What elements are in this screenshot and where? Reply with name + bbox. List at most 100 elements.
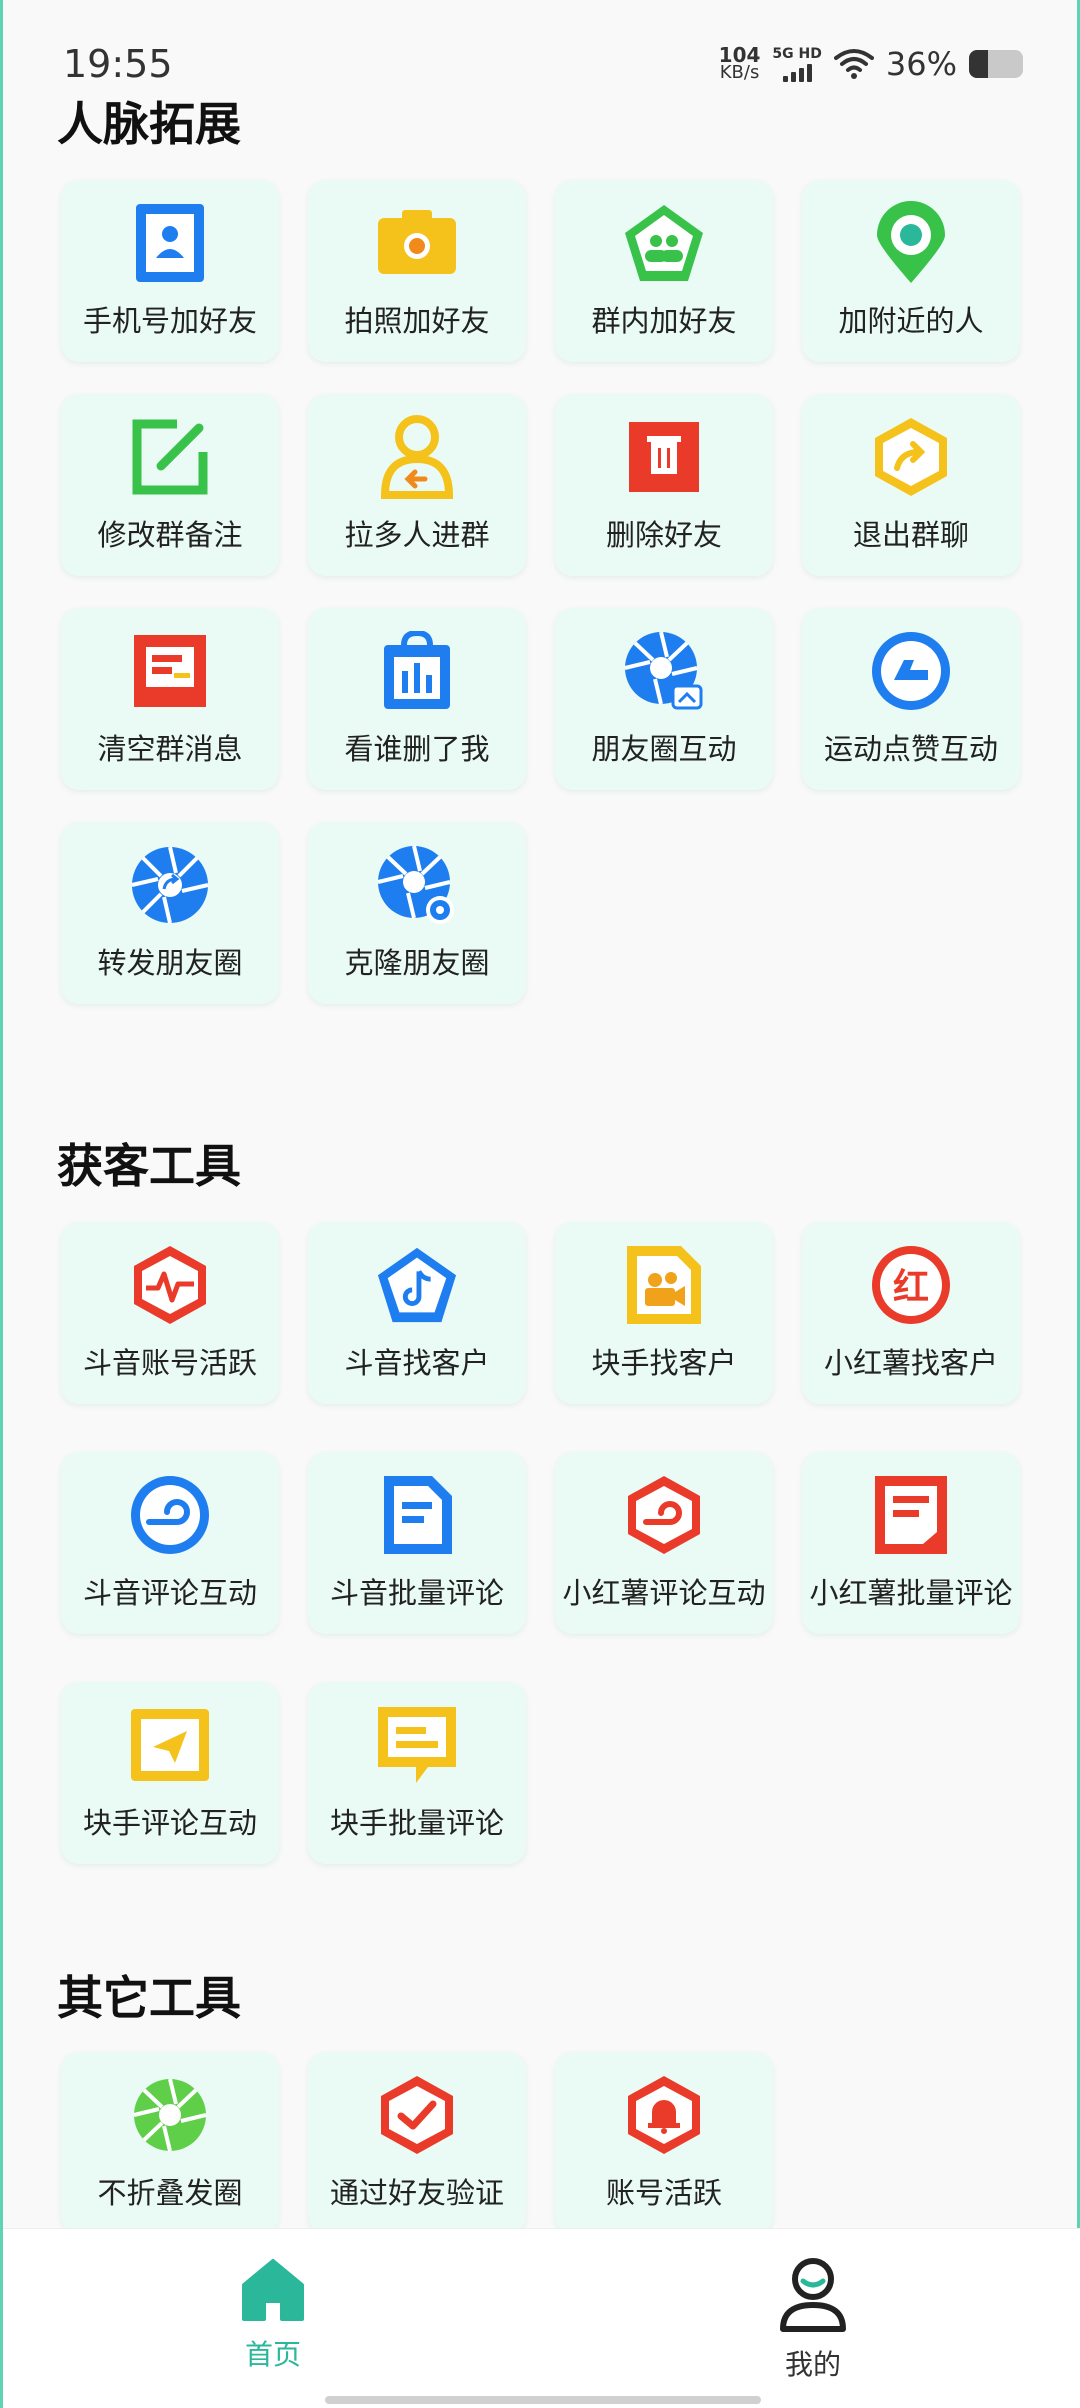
tool-tile[interactable]: 通过好友验证 bbox=[308, 2052, 526, 2234]
tool-label: 小红薯找客户 bbox=[823, 1346, 998, 1380]
tool-tile[interactable]: 群内加好友 bbox=[555, 180, 773, 362]
tool-label: 通过好友验证 bbox=[329, 2176, 504, 2210]
camera-icon bbox=[376, 202, 458, 284]
edit-icon bbox=[129, 416, 211, 498]
tool-label: 看谁删了我 bbox=[344, 732, 490, 766]
tool-tile[interactable]: 克隆朋友圈 bbox=[308, 822, 526, 1004]
verify-check-icon bbox=[376, 2074, 458, 2156]
tool-label: 账号活跃 bbox=[605, 2176, 722, 2210]
tool-label: 朋友圈互动 bbox=[591, 732, 737, 766]
wifi-icon bbox=[833, 49, 874, 79]
tool-tile[interactable]: 修改群备注 bbox=[61, 394, 279, 576]
tool-label: 转发朋友圈 bbox=[97, 946, 243, 980]
status-indicators: 104 KB/s 5G HD 36% bbox=[719, 40, 1023, 88]
document-red-icon bbox=[870, 1474, 952, 1556]
pulse-hexagon-icon bbox=[129, 1244, 211, 1326]
message-list-icon bbox=[376, 1704, 458, 1786]
bag-chart-icon bbox=[376, 630, 458, 712]
tool-tile[interactable]: 转发朋友圈 bbox=[61, 822, 279, 1004]
tool-tile[interactable]: 运动点赞互动 bbox=[802, 608, 1020, 790]
tool-tile[interactable]: 不折叠发圈 bbox=[61, 2052, 279, 2234]
gesture-home-bar[interactable] bbox=[325, 2396, 761, 2404]
network-speed: 104 KB/s bbox=[719, 45, 761, 82]
tool-tile[interactable]: 斗音批量评论 bbox=[308, 1452, 526, 1634]
status-bar: 19:55 104 KB/s 5G HD 36% bbox=[3, 0, 1080, 100]
tool-tile[interactable]: 看谁删了我 bbox=[308, 608, 526, 790]
section-title-customer-tools: 获客工具 bbox=[57, 1139, 241, 1193]
tool-tile[interactable]: 拍照加好友 bbox=[308, 180, 526, 362]
music-note-icon bbox=[376, 1244, 458, 1326]
bell-hexagon-icon bbox=[623, 2074, 705, 2156]
bottom-navigation: 首页 我的 bbox=[3, 2228, 1080, 2408]
tool-label: 斗音批量评论 bbox=[329, 1576, 504, 1610]
clear-message-icon bbox=[129, 630, 211, 712]
group-users-icon bbox=[623, 202, 705, 284]
battery-percent: 36% bbox=[885, 45, 957, 83]
user-icon bbox=[780, 2258, 846, 2332]
tool-label: 修改群备注 bbox=[97, 518, 243, 552]
tool-tile[interactable]: 退出群聊 bbox=[802, 394, 1020, 576]
comment-circle-icon bbox=[129, 1474, 211, 1556]
tool-label: 小红薯评论互动 bbox=[562, 1576, 766, 1610]
svg-text:红: 红 bbox=[893, 1267, 929, 1308]
tool-tile[interactable]: 块手找客户 bbox=[555, 1222, 773, 1404]
moments-forward-icon bbox=[129, 844, 211, 926]
user-invite-icon bbox=[376, 415, 458, 499]
tool-label: 块手批量评论 bbox=[329, 1806, 504, 1840]
section-title-other-tools: 其它工具 bbox=[57, 1971, 241, 2025]
document-icon bbox=[376, 1474, 458, 1556]
red-badge-icon: 红 bbox=[870, 1244, 952, 1326]
tool-tile[interactable]: 小红薯批量评论 bbox=[802, 1452, 1020, 1634]
location-pin-icon bbox=[870, 201, 952, 284]
tool-tile[interactable]: 手机号加好友 bbox=[61, 180, 279, 362]
phone-contact-icon bbox=[129, 202, 211, 284]
aperture-green-icon bbox=[129, 2074, 211, 2156]
cellular-signal-icon: 5G HD bbox=[772, 45, 822, 82]
tool-tile[interactable]: 朋友圈互动 bbox=[555, 608, 773, 790]
nav-profile[interactable]: 我的 bbox=[713, 2257, 913, 2383]
battery-icon bbox=[969, 50, 1023, 78]
tool-label: 群内加好友 bbox=[591, 304, 737, 338]
trash-icon bbox=[623, 416, 705, 498]
video-camera-icon bbox=[623, 1244, 705, 1326]
tool-label: 不折叠发圈 bbox=[97, 2176, 243, 2210]
tool-label: 运动点赞互动 bbox=[823, 732, 998, 766]
status-time: 19:55 bbox=[63, 42, 173, 86]
send-icon bbox=[129, 1704, 211, 1786]
tool-label: 块手找客户 bbox=[591, 1346, 737, 1380]
nav-home-label: 首页 bbox=[244, 2338, 301, 2371]
tool-tile[interactable]: 斗音账号活跃 bbox=[61, 1222, 279, 1404]
tool-tile[interactable]: 斗音找客户 bbox=[308, 1222, 526, 1404]
sport-like-icon bbox=[870, 630, 952, 712]
nav-home[interactable]: 首页 bbox=[173, 2257, 373, 2373]
tool-label: 斗音评论互动 bbox=[82, 1576, 257, 1610]
tool-tile[interactable]: 红 小红薯找客户 bbox=[802, 1222, 1020, 1404]
comment-hexagon-icon bbox=[623, 1474, 705, 1556]
moments-clone-icon bbox=[376, 844, 458, 926]
tool-tile[interactable]: 块手批量评论 bbox=[308, 1682, 526, 1864]
tool-label: 斗音账号活跃 bbox=[82, 1346, 257, 1380]
signal-label: 5G HD bbox=[772, 45, 822, 62]
tool-tile[interactable]: 清空群消息 bbox=[61, 608, 279, 790]
tool-tile[interactable]: 块手评论互动 bbox=[61, 1682, 279, 1864]
home-icon bbox=[242, 2259, 304, 2321]
tool-label: 加附近的人 bbox=[838, 304, 984, 338]
moments-interact-icon bbox=[623, 630, 705, 712]
nav-profile-label: 我的 bbox=[784, 2348, 841, 2381]
tool-label: 块手评论互动 bbox=[82, 1806, 257, 1840]
tool-label: 克隆朋友圈 bbox=[344, 946, 490, 980]
tool-tile[interactable]: 加附近的人 bbox=[802, 180, 1020, 362]
tool-tile[interactable]: 账号活跃 bbox=[555, 2052, 773, 2234]
tool-label: 斗音找客户 bbox=[344, 1346, 490, 1380]
tool-label: 手机号加好友 bbox=[82, 304, 257, 338]
tool-label: 拍照加好友 bbox=[344, 304, 490, 338]
tool-label: 拉多人进群 bbox=[344, 518, 490, 552]
app-screen: 19:55 104 KB/s 5G HD 36% 人脉拓展 手机号加好友 拍照加… bbox=[0, 0, 1080, 2408]
tool-tile[interactable]: 斗音评论互动 bbox=[61, 1452, 279, 1634]
tool-tile[interactable]: 小红薯评论互动 bbox=[555, 1452, 773, 1634]
tool-label: 清空群消息 bbox=[97, 732, 243, 766]
section-title-network-expansion: 人脉拓展 bbox=[57, 97, 241, 151]
tool-tile[interactable]: 删除好友 bbox=[555, 394, 773, 576]
tool-label: 退出群聊 bbox=[852, 518, 969, 552]
tool-tile[interactable]: 拉多人进群 bbox=[308, 394, 526, 576]
